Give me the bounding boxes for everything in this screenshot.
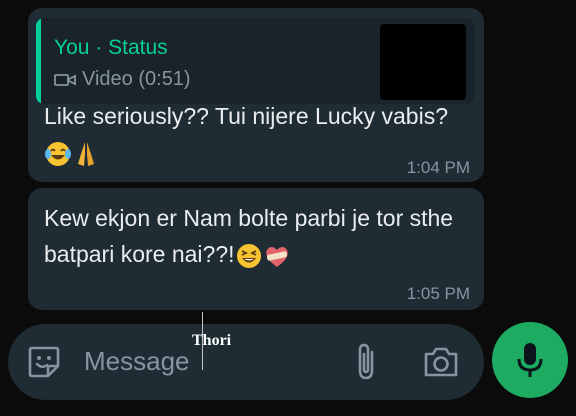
message-text-content: Like seriously?? Tui nijere Lucky vabis? — [44, 103, 448, 129]
grinning-squinting-face-icon — [236, 243, 261, 268]
overlay-caption: Thori — [192, 332, 232, 349]
attach-icon[interactable] — [352, 342, 380, 382]
quote-author: You · Status — [54, 36, 168, 59]
message-text: Kew ekjon er Nam bolte parbi je tor sthe… — [44, 200, 474, 272]
quote-subtitle: Video (0:51) — [54, 68, 191, 91]
message-composer[interactable]: Message — [8, 324, 484, 400]
quote-thumbnail — [380, 24, 466, 100]
face-with-tears-of-joy-icon — [45, 141, 71, 166]
quoted-status[interactable]: You · Status Video (0:51) — [36, 18, 474, 104]
message-bubble-2[interactable]: Kew ekjon er Nam bolte parbi je tor sthe… — [28, 188, 484, 310]
message-bubble-1[interactable]: You · Status Video (0:51) Like seriously… — [28, 8, 484, 182]
microphone-icon — [517, 343, 543, 377]
sticker-icon[interactable] — [26, 344, 62, 380]
folded-hands-icon — [78, 141, 94, 166]
message-timestamp: 1:04 PM — [406, 158, 470, 177]
message-timestamp: 1:05 PM — [406, 284, 470, 303]
quote-accent-bar — [36, 18, 41, 104]
message-input[interactable]: Message — [84, 346, 190, 377]
mending-heart-icon — [265, 246, 288, 267]
voice-message-button[interactable] — [492, 322, 568, 398]
quote-video-duration: Video (0:51) — [82, 68, 191, 90]
video-icon — [54, 73, 76, 86]
camera-icon[interactable] — [422, 344, 460, 380]
